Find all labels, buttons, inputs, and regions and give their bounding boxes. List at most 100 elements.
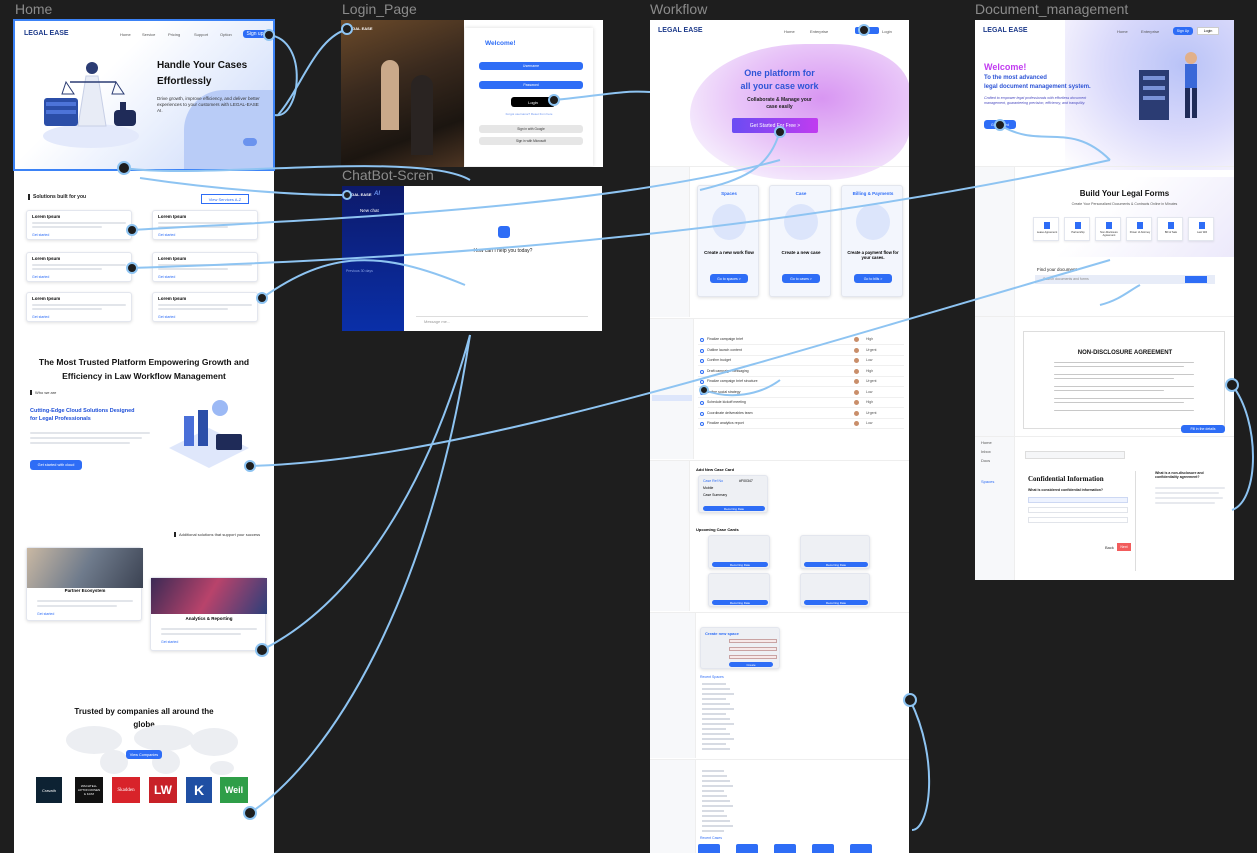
frame-label-document-management[interactable]: Document_management: [975, 1, 1128, 17]
recent-space-row[interactable]: [702, 738, 734, 740]
sidebar-item-docs[interactable]: Docs: [981, 458, 990, 463]
task-row[interactable]: Coordinate deliverables team Urgent: [698, 410, 904, 419]
recent-case-row[interactable]: [702, 775, 727, 777]
recent-space-row[interactable]: [702, 698, 726, 700]
upcoming-case-1[interactable]: Recurring Date: [708, 535, 770, 569]
task-priority[interactable]: Urgent: [866, 379, 877, 383]
cloud-cta-button[interactable]: Get started with cloud: [30, 460, 82, 470]
doc-logo[interactable]: LEGAL EASE: [983, 27, 1028, 34]
recurring-date-bar[interactable]: Recurring Date: [703, 506, 765, 511]
solution-card-4[interactable]: Lorem Ipsum Get started: [152, 252, 258, 282]
task-row[interactable]: Confirm budget Low: [698, 358, 904, 366]
doc-nav-home[interactable]: Home: [1117, 29, 1128, 34]
task-check-icon[interactable]: [700, 390, 704, 395]
form-tile[interactable]: Lease Agreement: [1033, 217, 1059, 241]
new-chat-button[interactable]: New chat: [360, 208, 379, 213]
username-field[interactable]: Username: [479, 62, 583, 70]
new-case-card[interactable]: Case Ref No #F00347 Mobile Case Summary …: [698, 475, 768, 513]
workflow-logo[interactable]: LEGAL EASE: [658, 27, 703, 34]
task-row[interactable]: Finalize analytics report Low: [698, 421, 904, 429]
frame-label-home[interactable]: Home: [15, 1, 52, 17]
workflow-signup-button[interactable]: [855, 27, 879, 34]
task-priority[interactable]: High: [866, 400, 873, 404]
folder-icon[interactable]: [698, 844, 720, 853]
doc-signup-button[interactable]: Sign Up: [1173, 27, 1193, 35]
folder-icon[interactable]: [812, 844, 834, 853]
recent-space-row[interactable]: [702, 723, 734, 725]
analytics-link[interactable]: Get started: [161, 640, 178, 644]
sidebar-item-inbox[interactable]: Inbox: [981, 449, 991, 454]
recurring-date-bar[interactable]: Recurring Date: [804, 562, 868, 567]
recent-space-row[interactable]: [702, 733, 730, 735]
task-priority[interactable]: Urgent: [866, 411, 877, 415]
task-check-icon[interactable]: [700, 369, 704, 374]
workflow-frame[interactable]: LEGAL EASE Home Enterprise Login One pla…: [650, 20, 909, 853]
space-access-field[interactable]: [729, 655, 777, 659]
solution-card-link[interactable]: Get started: [32, 275, 49, 279]
login-frame[interactable]: LEGAL EASE Welcome! Username Password Lo…: [341, 20, 603, 167]
solution-card-6[interactable]: Lorem Ipsum Get started: [152, 292, 258, 322]
chatbot-frame[interactable]: LEGAL EASE AI New chat Previous 30 days …: [342, 186, 602, 331]
answer-option-3[interactable]: [1028, 517, 1128, 523]
upcoming-case-4[interactable]: Recurring Date: [800, 573, 870, 607]
frame-label-login[interactable]: Login_Page: [342, 1, 417, 17]
form-tile[interactable]: Partnership: [1064, 217, 1090, 241]
recent-space-row[interactable]: [702, 688, 730, 690]
task-row[interactable]: Draft campaign messaging High: [698, 368, 904, 377]
folder-icon[interactable]: [774, 844, 796, 853]
upcoming-case-2[interactable]: Recurring Date: [800, 535, 870, 569]
doc-get-started-button[interactable]: Get Started: [984, 120, 1016, 129]
upcoming-case-3[interactable]: Recurring Date: [708, 573, 770, 607]
google-signin-button[interactable]: Sign in with Google: [479, 125, 583, 133]
go-to-bills-button[interactable]: Go to bills >: [854, 274, 892, 283]
doc-nav-enterprise[interactable]: Enterprise: [1141, 29, 1159, 34]
recent-case-row[interactable]: [702, 805, 733, 807]
document-management-frame[interactable]: LEGAL EASE Home Enterprise Sign Up Login…: [975, 20, 1234, 580]
workflow-nav-enterprise[interactable]: Enterprise: [810, 29, 828, 34]
task-sidebar-active-item[interactable]: [652, 395, 692, 401]
frame-label-chatbot[interactable]: ChatBot-Scren: [342, 167, 434, 183]
back-button[interactable]: Back: [1105, 545, 1114, 550]
task-row[interactable]: Schedule kickoff meeting High: [698, 400, 904, 408]
solution-card-2[interactable]: Lorem Ipsum Get started: [152, 210, 258, 240]
recent-case-row[interactable]: [702, 785, 733, 787]
case-card[interactable]: Case Create a new case Go to cases >: [769, 185, 831, 297]
go-to-cases-button[interactable]: Go to cases >: [782, 274, 820, 283]
recent-space-row[interactable]: [702, 693, 734, 695]
task-priority[interactable]: Low: [866, 358, 872, 362]
recent-space-row[interactable]: [702, 728, 726, 730]
solution-card-link[interactable]: Get started: [32, 315, 49, 319]
microsoft-signin-button[interactable]: Sign in with Microsoft: [479, 137, 583, 145]
recent-case-row[interactable]: [702, 795, 727, 797]
solution-card-link[interactable]: Get started: [158, 315, 175, 319]
folder-icon[interactable]: [736, 844, 758, 853]
recent-space-row[interactable]: [702, 708, 734, 710]
recent-case-row[interactable]: [702, 825, 733, 827]
task-check-icon[interactable]: [700, 401, 704, 405]
task-row[interactable]: Finalize campaign brief structure Urgent: [698, 379, 904, 387]
form-tile[interactable]: Last Will: [1188, 217, 1214, 241]
solution-card-link[interactable]: Get started: [158, 275, 175, 279]
recent-case-row[interactable]: [702, 770, 724, 772]
recent-space-row[interactable]: [702, 703, 730, 705]
partner-link[interactable]: Get started: [37, 612, 54, 616]
answer-option-2[interactable]: [1028, 507, 1128, 513]
form-tile[interactable]: Non-Disclosure Agreement: [1095, 217, 1121, 241]
recent-space-row[interactable]: [702, 748, 730, 750]
task-check-icon[interactable]: [700, 348, 704, 353]
recurring-date-bar[interactable]: Recurring Date: [712, 600, 768, 605]
login-button[interactable]: Login: [511, 97, 555, 107]
task-priority[interactable]: Low: [866, 390, 872, 394]
solution-card-3[interactable]: Lorem Ipsum Get started: [26, 252, 132, 282]
workflow-nav-login[interactable]: Login: [882, 29, 892, 34]
task-row[interactable]: Outline launch content Urgent: [698, 347, 904, 356]
recurring-date-bar[interactable]: Recurring Date: [804, 600, 868, 605]
answer-option-1[interactable]: [1028, 497, 1128, 503]
view-services-button[interactable]: View Services A-Z: [201, 194, 249, 204]
recent-case-row[interactable]: [702, 810, 724, 812]
recent-case-row[interactable]: [702, 800, 730, 802]
space-owner-field[interactable]: [729, 647, 777, 651]
frame-label-workflow[interactable]: Workflow: [650, 1, 707, 17]
search-button[interactable]: [1185, 276, 1207, 283]
recent-space-row[interactable]: [702, 713, 726, 715]
